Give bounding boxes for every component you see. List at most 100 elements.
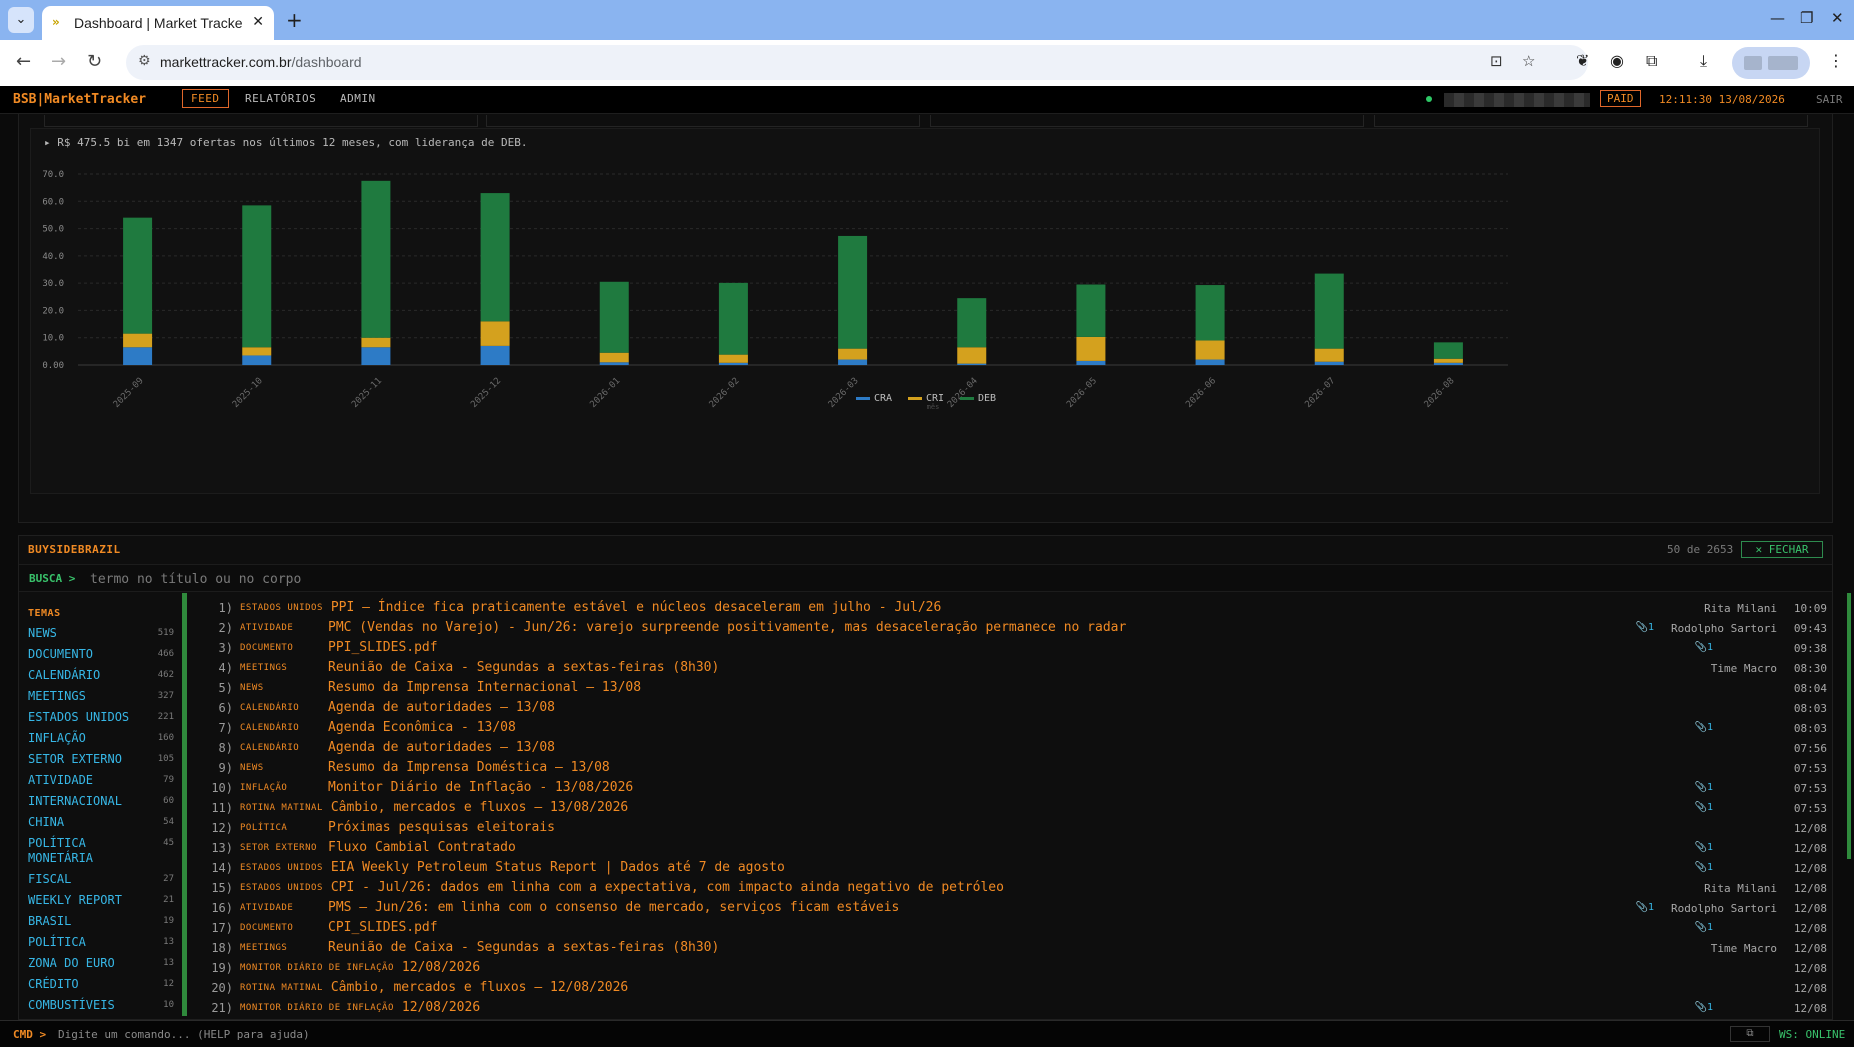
feed-row-title[interactable]: Agenda de autoridades – 13/08 [328, 700, 555, 715]
feed-row[interactable]: 21) MONITOR DIÁRIO DE INFLAÇÃO 12/08/2026 📎… [195, 998, 1827, 1018]
topic-item[interactable]: ZONA DO EURO 13 [28, 956, 174, 971]
attachment-icon[interactable]: 📎1 [1695, 642, 1713, 653]
url-text[interactable]: markettracker.com.br/dashboard [160, 54, 362, 70]
feed-row[interactable]: 13) SETOR EXTERNO Fluxo Cambial Contratado… [195, 838, 1827, 858]
feed-row[interactable]: 1) ESTADOS UNIDOS PPI – Índice fica pratic… [195, 598, 1827, 618]
feed-row-title[interactable]: Agenda Econômica - 13/08 [328, 720, 516, 735]
feed-row-title[interactable]: Reunião de Caixa - Segundas a sextas-fei… [328, 940, 719, 955]
feed-row[interactable]: 7) CALENDÁRIO Agenda Econômica - 13/08 📎1 08… [195, 718, 1827, 738]
feed-row-title[interactable]: PMC (Vendas no Varejo) - Jun/26: varejo … [328, 620, 1126, 635]
feed-row-title[interactable]: CPI - Jul/26: dados em linha com a expec… [331, 880, 1004, 895]
topic-item[interactable]: FISCAL 27 [28, 872, 174, 887]
browser-menu-icon[interactable]: ⋮ [1828, 51, 1844, 70]
feed-row[interactable]: 6) CALENDÁRIO Agenda de autoridades – 13/0… [195, 698, 1827, 718]
browser-tab[interactable]: » Dashboard | Market Tracker ✕ [42, 6, 274, 40]
attachment-icon[interactable]: 📎1 [1695, 862, 1713, 873]
search-input[interactable] [90, 569, 990, 589]
attachment-icon[interactable]: 📎1 [1695, 802, 1713, 813]
restore-icon[interactable]: ❐ [1800, 9, 1813, 27]
attachment-icon[interactable]: 📎1 [1636, 622, 1654, 633]
feed-row[interactable]: 19) MONITOR DIÁRIO DE INFLAÇÃO 12/08/2026 1… [195, 958, 1827, 978]
feed-row[interactable]: 17) DOCUMENTO CPI_SLIDES.pdf 📎1 12/08 [195, 918, 1827, 938]
feed-row-title[interactable]: Reunião de Caixa - Segundas a sextas-fei… [328, 660, 719, 675]
feed-row[interactable]: 3) DOCUMENTO PPI_SLIDES.pdf 📎1 09:38 [195, 638, 1827, 658]
nav-relatorios[interactable]: RELATÓRIOS [245, 92, 316, 105]
address-bar[interactable]: ⚙ markettracker.com.br/dashboard ⊡ ☆ [126, 45, 1588, 80]
attachment-icon[interactable]: 📎1 [1695, 1002, 1713, 1013]
feed-row[interactable]: 4) MEETINGS Reunião de Caixa - Segundas a … [195, 658, 1827, 678]
site-info-icon[interactable]: ⚙ [138, 53, 151, 69]
feed-row[interactable]: 10) INFLAÇÃO Monitor Diário de Inflação - … [195, 778, 1827, 798]
feed-row-title[interactable]: Resumo da Imprensa Internacional – 13/08 [328, 680, 641, 695]
logout-link[interactable]: SAIR [1816, 93, 1843, 106]
feed-row[interactable]: 5) NEWS Resumo da Imprensa Internacional –… [195, 678, 1827, 698]
feed-row-title[interactable]: 12/08/2026 [402, 960, 480, 975]
tab-search-chevron-icon[interactable]: ⌄ [8, 7, 34, 33]
feed-row-title[interactable]: EIA Weekly Petroleum Status Report | Dad… [331, 860, 785, 875]
close-window-icon[interactable]: ✕ [1831, 9, 1844, 27]
extension-circle-icon[interactable]: ◉ [1610, 51, 1624, 70]
feed-row[interactable]: 14) ESTADOS UNIDOS EIA Weekly Petroleum St… [195, 858, 1827, 878]
feed-row-title[interactable]: Câmbio, mercados e fluxos — 12/08/2026 [331, 980, 628, 995]
install-app-icon[interactable]: ⊡ [1490, 52, 1503, 70]
feed-row[interactable]: 15) ESTADOS UNIDOS CPI - Jul/26: dados em … [195, 878, 1827, 898]
feed-row-title[interactable]: PPI_SLIDES.pdf [328, 640, 438, 655]
attachment-icon[interactable]: 📎1 [1636, 902, 1654, 913]
feed-row[interactable]: 16) ATIVIDADE PMS – Jun/26: em linha com o… [195, 898, 1827, 918]
topic-item[interactable]: BRASIL 19 [28, 914, 174, 929]
topic-item[interactable]: SETOR EXTERNO 105 [28, 752, 174, 767]
extension-feather-icon[interactable]: ❦ [1576, 51, 1589, 70]
minimize-icon[interactable]: — [1770, 9, 1785, 27]
topic-item[interactable]: DOCUMENTO 466 [28, 647, 174, 662]
feed-row-title[interactable]: PPI – Índice fica praticamente estável e… [331, 600, 941, 615]
close-tab-icon[interactable]: ✕ [252, 14, 264, 30]
topic-item[interactable]: CALENDÁRIO 462 [28, 668, 174, 683]
nav-admin[interactable]: ADMIN [340, 92, 376, 105]
topic-item[interactable]: POLÍTICA 13 [28, 935, 174, 950]
topic-item[interactable]: ATIVIDADE 79 [28, 773, 174, 788]
feed-row[interactable]: 11) ROTINA MATINAL Câmbio, mercados e flux… [195, 798, 1827, 818]
feed-row-title[interactable]: Câmbio, mercados e fluxos — 13/08/2026 [331, 800, 628, 815]
attachment-icon[interactable]: 📎1 [1695, 842, 1713, 853]
close-feed-button[interactable]: ✕ FECHAR [1741, 541, 1823, 558]
feed-row[interactable]: 20) ROTINA MATINAL Câmbio, mercados e flux… [195, 978, 1827, 998]
topic-item[interactable]: POLÍTICA MONETÁRIA 45 [28, 836, 174, 866]
feed-row[interactable]: 12) POLÍTICA Próximas pesquisas eleitorais… [195, 818, 1827, 838]
reload-icon[interactable]: ↻ [87, 51, 102, 72]
feed-scrollbar[interactable] [1847, 593, 1851, 859]
topic-item[interactable]: INFLAÇÃO 160 [28, 731, 174, 746]
feed-row-title[interactable]: CPI_SLIDES.pdf [328, 920, 438, 935]
nav-feed[interactable]: FEED [182, 89, 229, 108]
feed-row-title[interactable]: Monitor Diário de Inflação - 13/08/2026 [328, 780, 633, 795]
topic-item[interactable]: CHINA 54 [28, 815, 174, 830]
attachment-icon[interactable]: 📎1 [1695, 922, 1713, 933]
topic-item[interactable]: ESTADOS UNIDOS 221 [28, 710, 174, 725]
topic-item[interactable]: MEETINGS 327 [28, 689, 174, 704]
bookmark-star-icon[interactable]: ☆ [1522, 52, 1535, 70]
feed-row-title[interactable]: 12/08/2026 [402, 1000, 480, 1015]
feed-row-title[interactable]: PMS – Jun/26: em linha com o consenso de… [328, 900, 899, 915]
copy-icon[interactable]: ⧉ [1730, 1026, 1770, 1042]
downloads-icon[interactable]: ⤓ [1700, 51, 1707, 71]
feed-row[interactable]: 2) ATIVIDADE PMC (Vendas no Varejo) - Jun/… [195, 618, 1827, 638]
attachment-icon[interactable]: 📎1 [1695, 722, 1713, 733]
topic-item[interactable]: WEEKLY REPORT 21 [28, 893, 174, 908]
new-tab-icon[interactable]: + [286, 8, 303, 32]
topic-item[interactable]: INTERNACIONAL 60 [28, 794, 174, 809]
feed-row[interactable]: 9) NEWS Resumo da Imprensa Doméstica – 13/… [195, 758, 1827, 778]
topic-item[interactable]: CRÉDITO 12 [28, 977, 174, 992]
feed-row-title[interactable]: Fluxo Cambial Contratado [328, 840, 516, 855]
forward-icon[interactable]: → [51, 51, 66, 72]
extensions-puzzle-icon[interactable]: ⧉ [1646, 51, 1657, 71]
back-icon[interactable]: ← [16, 51, 31, 72]
feed-row-title[interactable]: Agenda de autoridades – 13/08 [328, 740, 555, 755]
attachment-icon[interactable]: 📎1 [1695, 782, 1713, 793]
profile-avatar[interactable] [1732, 47, 1810, 79]
feed-row-title[interactable]: Próximas pesquisas eleitorais [328, 820, 555, 835]
command-input[interactable] [58, 1025, 858, 1043]
topic-item[interactable]: COMBUSTÍVEIS 10 [28, 998, 174, 1013]
feed-row[interactable]: 8) CALENDÁRIO Agenda de autoridades – 13/0… [195, 738, 1827, 758]
feed-row[interactable]: 18) MEETINGS Reunião de Caixa - Segundas a… [195, 938, 1827, 958]
topic-item[interactable]: NEWS 519 [28, 626, 174, 641]
feed-row-title[interactable]: Resumo da Imprensa Doméstica – 13/08 [328, 760, 610, 775]
